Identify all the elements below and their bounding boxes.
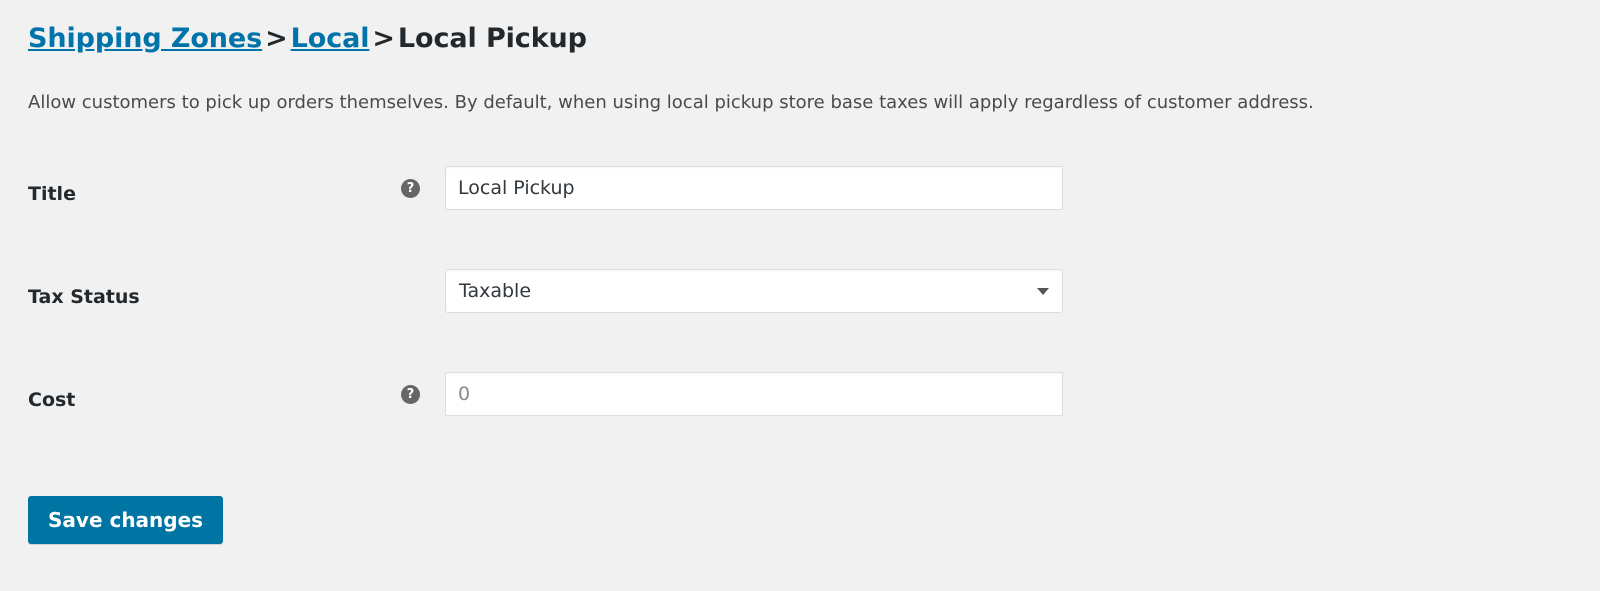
label-tax-status: Tax Status (28, 286, 140, 308)
shipping-method-settings-page: Shipping Zones > Local > Local Pickup Allow … (0, 0, 1600, 591)
cost-input[interactable] (445, 372, 1063, 416)
chevron-down-icon (1037, 288, 1049, 295)
breadcrumb-link-local[interactable]: Local (291, 23, 370, 54)
help-icon-cost[interactable]: ? (401, 385, 420, 404)
form-row-title: Title ? (28, 158, 1128, 261)
method-description: Allow customers to pick up orders themse… (28, 92, 1314, 113)
field-wrap-tax-status: Taxable (445, 269, 1063, 313)
settings-form: Title ? Tax Status Taxable Cost ? (28, 158, 1128, 467)
save-changes-button[interactable]: Save changes (28, 496, 224, 544)
tax-status-select[interactable]: Taxable (445, 269, 1063, 313)
form-row-cost: Cost ? (28, 364, 1128, 467)
field-wrap-title (445, 166, 1063, 210)
submit-area: Save changes (28, 496, 224, 544)
title-input[interactable] (445, 166, 1063, 210)
tax-status-selected-value: Taxable (459, 280, 532, 302)
label-cost: Cost (28, 389, 76, 411)
breadcrumb: Shipping Zones > Local > Local Pickup (28, 22, 587, 56)
help-icon-title[interactable]: ? (401, 179, 420, 198)
form-row-tax-status: Tax Status Taxable (28, 261, 1128, 364)
breadcrumb-current-local-pickup: Local Pickup (397, 23, 587, 54)
breadcrumb-separator-2: > (372, 23, 395, 54)
breadcrumb-link-shipping-zones[interactable]: Shipping Zones (28, 23, 262, 54)
breadcrumb-separator-1: > (265, 23, 288, 54)
label-title: Title (28, 183, 76, 205)
field-wrap-cost (445, 372, 1063, 416)
